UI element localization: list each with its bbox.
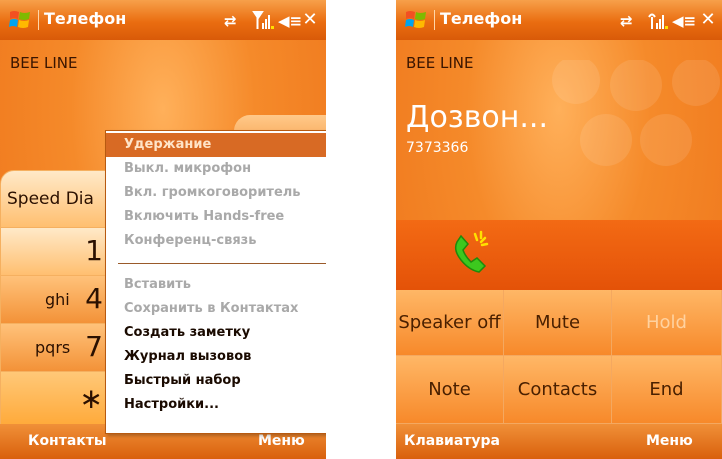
windows-flag-icon[interactable]	[8, 8, 32, 32]
menu-item-call-log[interactable]: Журнал вызовов	[106, 345, 326, 369]
key-number: 7	[85, 330, 103, 363]
menu-item-mute[interactable]: Выкл. микрофон	[106, 157, 326, 181]
dialed-number: 7373366	[406, 140, 469, 156]
carrier-name: BEE LINE	[10, 54, 78, 72]
app-title: Телефон	[44, 9, 127, 28]
phone-handset-icon	[454, 230, 489, 273]
close-icon[interactable]: ✕	[300, 10, 320, 30]
title-bar: Телефон ⇄ ◀≡ ✕	[396, 0, 722, 40]
softkey-menu[interactable]: Меню	[646, 433, 693, 449]
phone-screen-left: Телефон ⇄ ◀≡ ✕ BEE LINE Speed Dia 1 ghi …	[0, 0, 326, 459]
key-letters: pqrs	[35, 338, 71, 357]
key-number: 1	[85, 234, 103, 267]
call-content: BEE LINE Дозвон... 7373366 Speaker off M…	[396, 40, 722, 424]
call-buttons-grid: Speaker off Mute Hold Note Contacts End	[396, 290, 722, 424]
softkey-bar: Клавиатура Меню	[396, 424, 722, 459]
menu-separator	[118, 263, 326, 264]
softkey-menu[interactable]: Меню	[258, 433, 305, 449]
note-button[interactable]: Note	[396, 356, 504, 424]
speed-dial-label: Speed Dia	[7, 189, 94, 209]
decorative-bubbles	[552, 60, 720, 166]
windows-flag-icon[interactable]	[404, 8, 428, 32]
call-status: Дозвон...	[406, 100, 549, 135]
menu-item-speed-dial[interactable]: Быстрый набор	[106, 369, 326, 393]
menu-item-save-contact[interactable]: Сохранить в Контактах	[106, 297, 326, 321]
speaker-icon[interactable]: ◀≡	[672, 12, 696, 30]
speaker-off-button[interactable]: Speaker off	[396, 290, 504, 356]
menu-item-conference[interactable]: Конференц-связь	[106, 229, 326, 253]
key-4[interactable]: ghi 4	[0, 275, 110, 324]
key-1[interactable]: 1	[0, 227, 110, 276]
menu-item-settings[interactable]: Настройки...	[106, 393, 326, 417]
signal-icon[interactable]	[646, 9, 668, 31]
key-7[interactable]: pqrs 7	[0, 323, 110, 372]
call-banner	[396, 220, 722, 290]
speaker-icon[interactable]: ◀≡	[278, 12, 302, 30]
softkey-keypad[interactable]: Клавиатура	[404, 433, 500, 449]
key-number: 4	[85, 282, 103, 315]
menu-item-paste[interactable]: Вставить	[106, 273, 326, 297]
menu-item-hold[interactable]: Удержание	[106, 133, 326, 157]
close-icon[interactable]: ✕	[698, 10, 718, 30]
connection-arrows-icon[interactable]: ⇄	[224, 12, 237, 30]
softkey-contacts[interactable]: Контакты	[28, 433, 107, 449]
speed-dial-button[interactable]: Speed Dia	[0, 170, 110, 228]
title-bar: Телефон ⇄ ◀≡ ✕	[0, 0, 326, 40]
menu-item-hands-free[interactable]: Включить Hands-free	[106, 205, 326, 229]
end-call-button[interactable]: End	[612, 356, 722, 424]
title-separator	[38, 10, 39, 30]
contacts-button[interactable]: Contacts	[504, 356, 612, 424]
menu-item-speaker-on[interactable]: Вкл. громкоговоритель	[106, 181, 326, 205]
menu-item-create-note[interactable]: Создать заметку	[106, 321, 326, 345]
key-letters: ghi	[45, 290, 70, 309]
context-menu: Удержание Выкл. микрофон Вкл. громкогово…	[105, 130, 326, 434]
signal-icon[interactable]	[252, 9, 274, 31]
key-number: ∗	[79, 382, 103, 415]
phone-screen-right: Телефон ⇄ ◀≡ ✕ BEE LINE Дозвон... 737336…	[396, 0, 722, 459]
connection-arrows-icon[interactable]: ⇄	[620, 12, 633, 30]
hold-button[interactable]: Hold	[612, 290, 722, 356]
carrier-name: BEE LINE	[406, 54, 474, 72]
key-star[interactable]: ∗	[0, 371, 110, 426]
title-separator	[434, 10, 435, 30]
app-title: Телефон	[440, 9, 523, 28]
mute-button[interactable]: Mute	[504, 290, 612, 356]
